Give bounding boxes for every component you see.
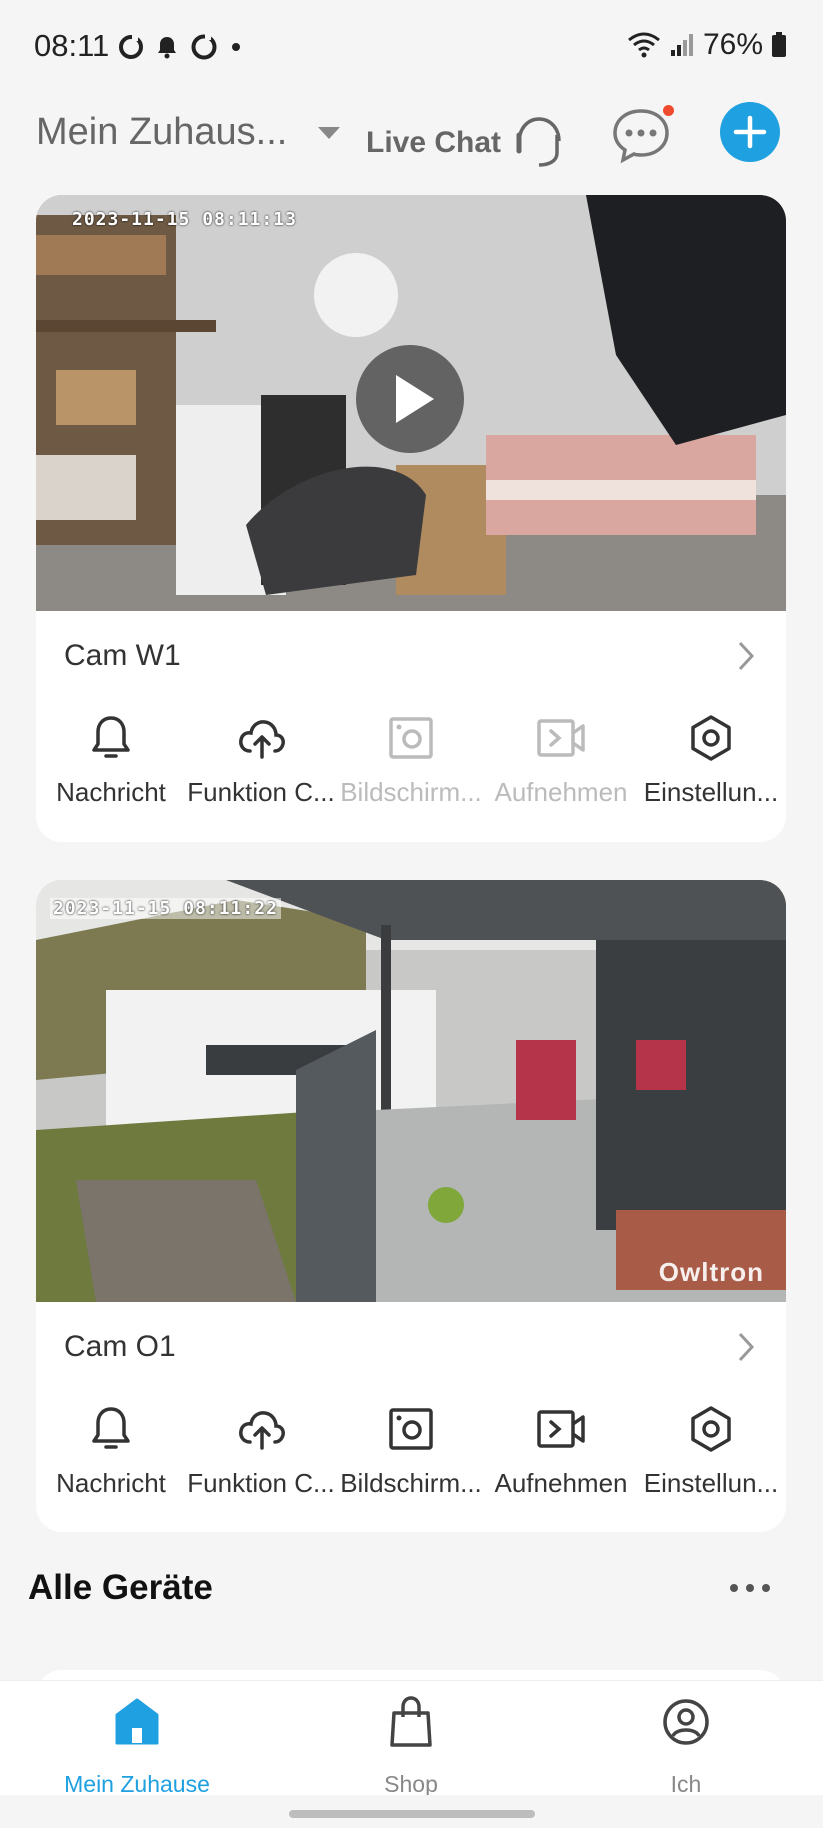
settings-action[interactable]: Einstellun... [636, 701, 786, 821]
record-action[interactable]: Aufnehmen [486, 701, 636, 821]
notification-action[interactable]: Nachricht [36, 1392, 186, 1512]
action-label: Einstellun... [643, 1468, 779, 1498]
shopping-bag-icon [390, 1696, 432, 1747]
camera-watermark: Owltron [658, 1257, 764, 1287]
play-icon [396, 375, 434, 423]
home-icon [115, 1698, 159, 1745]
plus-icon [733, 115, 767, 149]
camera-timestamp: 2023-11-15 08:11:13 [72, 209, 297, 230]
wifi-icon [628, 32, 660, 58]
headset-icon [516, 117, 561, 167]
bell-icon [92, 716, 130, 758]
chat-bubble-icon [613, 109, 669, 164]
settings-icon [691, 715, 731, 761]
dot-icon [232, 43, 240, 51]
chevron-right-icon [738, 1332, 755, 1362]
screenshot-action[interactable]: Bildschirm... [336, 1392, 486, 1512]
action-label: Funktion C... [187, 1468, 335, 1498]
bottom-navigation: Mein Zuhause Shop Ich [0, 1680, 823, 1797]
camera-timestamp: 2023-11-15 08:11:22 [50, 898, 281, 919]
screenshot-icon [389, 1408, 433, 1450]
record-action[interactable]: Aufnehmen [486, 1392, 636, 1512]
action-label: Aufnehmen [494, 777, 628, 807]
camera-name: Cam O1 [64, 1330, 176, 1363]
bell-icon [92, 1407, 130, 1449]
notification-dot [663, 105, 674, 116]
profile-icon [663, 1699, 709, 1745]
camera-title-row[interactable]: Cam O1 [36, 1302, 786, 1392]
add-device-button[interactable] [720, 102, 780, 162]
battery-icon [772, 32, 786, 57]
camera-feed-preview[interactable]: 2023-11-15 08:11:13 [36, 195, 786, 611]
signal-icon [670, 34, 693, 56]
status-bar: 08:11 76% [0, 0, 823, 95]
cloud-function-action[interactable]: Funktion C... [186, 701, 336, 821]
action-label: Bildschirm... [340, 777, 482, 807]
record-video-icon [537, 719, 585, 757]
action-label: Funktion C... [187, 777, 335, 807]
record-video-icon [537, 1410, 585, 1448]
live-chat-button[interactable]: Live Chat [366, 113, 565, 173]
camera-actions: Nachricht Funktion C... Bildschirm... Au… [36, 701, 786, 821]
live-chat-label: Live Chat [366, 126, 502, 159]
action-label: Aufnehmen [494, 1468, 628, 1498]
settings-action[interactable]: Einstellun... [636, 1392, 786, 1512]
nav-label: Ich [670, 1771, 702, 1797]
nav-label: Mein Zuhause [64, 1771, 210, 1797]
battery-percentage: 76% [702, 28, 763, 61]
cloud-upload-icon [239, 720, 285, 759]
status-notification-icons [118, 33, 242, 61]
action-label: Nachricht [56, 1468, 166, 1498]
bell-notification-icon [158, 37, 176, 59]
screenshot-action[interactable]: Bildschirm... [336, 701, 486, 821]
status-system-icons: 76% [627, 28, 787, 62]
home-selector[interactable]: Mein Zuhaus... [36, 111, 287, 154]
camera-card: 2023-11-15 08:11:13 Cam W1 Nachricht Fun… [36, 195, 786, 842]
nav-label: Shop [384, 1771, 438, 1797]
more-options-icon[interactable] [726, 1576, 774, 1600]
notification-action[interactable]: Nachricht [36, 701, 186, 821]
action-label: Nachricht [56, 777, 166, 807]
home-indicator[interactable] [289, 1810, 535, 1818]
camera-title-row[interactable]: Cam W1 [36, 611, 786, 701]
cloud-function-action[interactable]: Funktion C... [186, 1392, 336, 1512]
app-header: Mein Zuhaus... Live Chat [0, 95, 823, 191]
action-label: Einstellun... [643, 777, 779, 807]
messages-button[interactable] [610, 105, 674, 165]
chevron-right-icon [738, 641, 755, 671]
all-devices-heading: Alle Geräte [28, 1568, 213, 1607]
screenshot-icon [389, 717, 433, 759]
play-button[interactable] [356, 345, 464, 453]
caret-down-icon[interactable] [316, 125, 342, 141]
settings-icon [691, 1406, 731, 1452]
ring-app-icon [119, 35, 143, 59]
action-label: Bildschirm... [340, 1468, 482, 1498]
camera-name: Cam W1 [64, 639, 181, 672]
camera-snapshot-image [36, 880, 786, 1302]
cloud-upload-icon [239, 1411, 285, 1450]
camera-actions: Nachricht Funktion C... Bildschirm... Au… [36, 1392, 786, 1512]
ring-app-icon [191, 34, 217, 60]
status-time: 08:11 [34, 28, 110, 63]
camera-feed-preview[interactable]: 2023-11-15 08:11:22 Owltron [36, 880, 786, 1302]
camera-card: 2023-11-15 08:11:22 Owltron Cam O1 Nachr… [36, 880, 786, 1532]
